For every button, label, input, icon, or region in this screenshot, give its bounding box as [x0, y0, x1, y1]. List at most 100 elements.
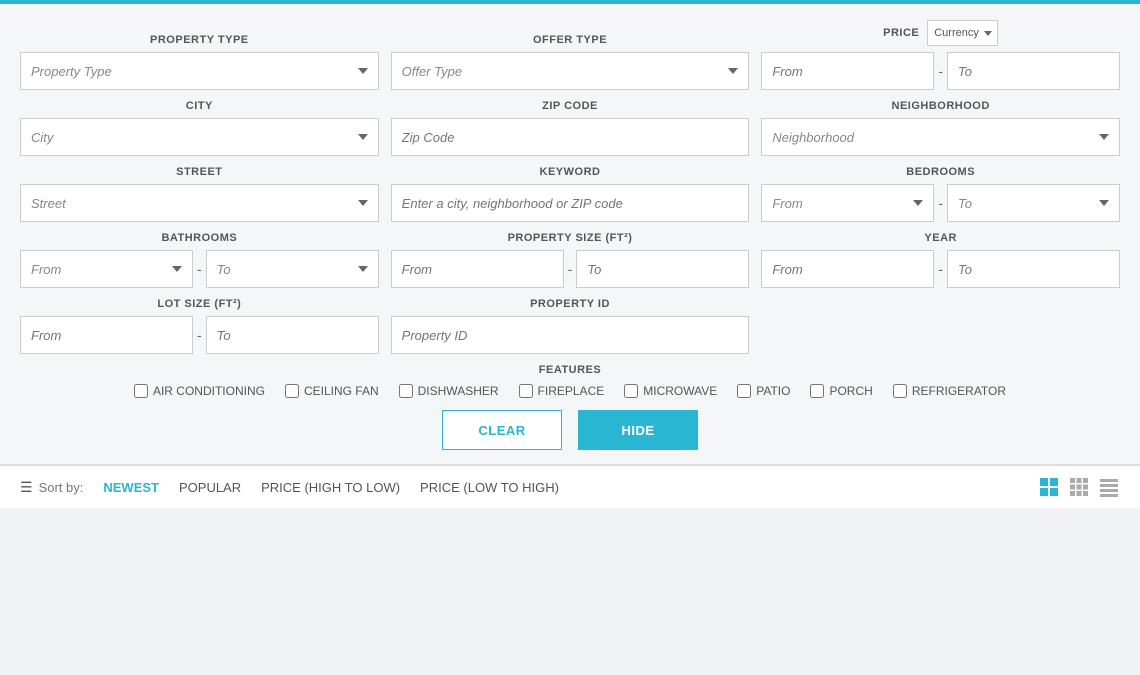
lot-size-group: LOT SIZE (FT²) - [20, 298, 379, 354]
filter-row-5: LOT SIZE (FT²) - PROPERTY ID [20, 298, 1120, 354]
bathrooms-to-select[interactable]: To 1 2 3 4 5+ [206, 250, 379, 288]
bedrooms-from-select[interactable]: From 1 2 3 4 5+ [761, 184, 934, 222]
property-size-range: - [391, 250, 750, 288]
neighborhood-select[interactable]: Neighborhood Downtown Midtown Uptown [761, 118, 1120, 156]
sort-bar: ☰ Sort by: NEWEST POPULAR PRICE (HIGH TO… [0, 465, 1140, 508]
price-to-input[interactable] [947, 52, 1120, 90]
lot-size-range: - [20, 316, 379, 354]
property-type-label: PROPERTY TYPE [20, 34, 379, 46]
property-id-input[interactable] [391, 316, 750, 354]
sort-newest[interactable]: NEWEST [103, 480, 159, 495]
feature-porch-checkbox[interactable] [810, 384, 824, 398]
clear-button[interactable]: CLEAR [442, 410, 562, 450]
keyword-group: KEYWORD [391, 166, 750, 222]
feature-refrigerator[interactable]: REFRIGERATOR [893, 384, 1006, 398]
year-from-input[interactable] [761, 250, 934, 288]
lot-size-label: LOT SIZE (FT²) [20, 298, 379, 310]
property-size-label: PROPERTY SIZE (FT²) [391, 232, 750, 244]
keyword-label: KEYWORD [391, 166, 750, 178]
filter-row-1: PROPERTY TYPE Property Type House Apartm… [20, 20, 1120, 90]
bathrooms-range-sep: - [197, 261, 202, 277]
property-id-group: PROPERTY ID [391, 298, 750, 354]
property-type-group: PROPERTY TYPE Property Type House Apartm… [20, 34, 379, 90]
keyword-input[interactable] [391, 184, 750, 222]
features-list: AIR CONDITIONING CEILING FAN DISHWASHER … [20, 384, 1120, 398]
hide-button[interactable]: HIDE [578, 410, 698, 450]
feature-refrigerator-checkbox[interactable] [893, 384, 907, 398]
city-label: CITY [20, 100, 379, 112]
sort-icon: ☰ [20, 479, 33, 496]
sort-by-text: Sort by: [39, 480, 84, 495]
sort-by-label: ☰ Sort by: [20, 479, 83, 496]
price-label: PRICE [883, 27, 919, 39]
filter-row-3: STREET Street Main St Oak Ave Elm Blvd K… [20, 166, 1120, 222]
feature-fireplace[interactable]: FIREPLACE [519, 384, 605, 398]
bathrooms-group: BATHROOMS From 1 2 3 4 5+ - To 1 2 3 4 [20, 232, 379, 288]
feature-porch[interactable]: PORCH [810, 384, 872, 398]
property-id-label: PROPERTY ID [391, 298, 750, 310]
lot-size-range-sep: - [197, 327, 202, 343]
feature-ceiling-fan-checkbox[interactable] [285, 384, 299, 398]
filter-panel: PROPERTY TYPE Property Type House Apartm… [0, 4, 1140, 465]
currency-select[interactable]: Currency USD EUR GBP [927, 20, 998, 46]
feature-air-conditioning[interactable]: AIR CONDITIONING [134, 384, 265, 398]
bathrooms-from-select[interactable]: From 1 2 3 4 5+ [20, 250, 193, 288]
actions-row: CLEAR HIDE [20, 410, 1120, 450]
bedrooms-group: BEDROOMS From 1 2 3 4 5+ - To 1 2 3 4 [761, 166, 1120, 222]
feature-ceiling-fan[interactable]: CEILING FAN [285, 384, 379, 398]
feature-dishwasher[interactable]: DISHWASHER [399, 384, 499, 398]
feature-patio[interactable]: PATIO [737, 384, 790, 398]
year-range: - [761, 250, 1120, 288]
bedrooms-label: BEDROOMS [761, 166, 1120, 178]
property-size-group: PROPERTY SIZE (FT²) - [391, 232, 750, 288]
sort-price-high-low[interactable]: PRICE (HIGH TO LOW) [261, 480, 400, 495]
grid-large-view-icon[interactable] [1038, 476, 1060, 498]
property-type-select[interactable]: Property Type House Apartment Condo Town… [20, 52, 379, 90]
bathrooms-range: From 1 2 3 4 5+ - To 1 2 3 4 5+ [20, 250, 379, 288]
price-range-sep: - [938, 63, 943, 79]
street-group: STREET Street Main St Oak Ave Elm Blvd [20, 166, 379, 222]
city-group: CITY City New York Los Angeles Chicago [20, 100, 379, 156]
year-group: YEAR - [761, 232, 1120, 288]
bedrooms-range-sep: - [938, 195, 943, 211]
lot-size-to-input[interactable] [206, 316, 379, 354]
lot-size-from-input[interactable] [20, 316, 193, 354]
property-size-from-input[interactable] [391, 250, 564, 288]
filter-row-2: CITY City New York Los Angeles Chicago Z… [20, 100, 1120, 156]
offer-type-select[interactable]: Offer Type For Sale For Rent For Lease [391, 52, 750, 90]
features-label: FEATURES [20, 364, 1120, 376]
street-label: STREET [20, 166, 379, 178]
feature-patio-checkbox[interactable] [737, 384, 751, 398]
city-select[interactable]: City New York Los Angeles Chicago [20, 118, 379, 156]
offer-type-label: OFFER TYPE [391, 34, 750, 46]
zip-code-input[interactable] [391, 118, 750, 156]
property-size-range-sep: - [568, 261, 573, 277]
bedrooms-range: From 1 2 3 4 5+ - To 1 2 3 4 5+ [761, 184, 1120, 222]
bathrooms-label: BATHROOMS [20, 232, 379, 244]
grid-small-view-icon[interactable] [1068, 476, 1090, 498]
list-view-icon[interactable] [1098, 476, 1120, 498]
property-size-to-input[interactable] [576, 250, 749, 288]
zip-code-label: ZIP CODE [391, 100, 750, 112]
feature-microwave[interactable]: MICROWAVE [624, 384, 717, 398]
view-icons [1038, 476, 1120, 498]
feature-dishwasher-checkbox[interactable] [399, 384, 413, 398]
sort-popular[interactable]: POPULAR [179, 480, 241, 495]
neighborhood-label: NEIGHBORHOOD [761, 100, 1120, 112]
price-header: PRICE Currency USD EUR GBP [761, 20, 1120, 46]
year-range-sep: - [938, 261, 943, 277]
year-to-input[interactable] [947, 250, 1120, 288]
price-range: - [761, 52, 1120, 90]
sort-price-low-high[interactable]: PRICE (LOW TO HIGH) [420, 480, 559, 495]
bedrooms-to-select[interactable]: To 1 2 3 4 5+ [947, 184, 1120, 222]
feature-microwave-checkbox[interactable] [624, 384, 638, 398]
neighborhood-group: NEIGHBORHOOD Neighborhood Downtown Midto… [761, 100, 1120, 156]
street-select[interactable]: Street Main St Oak Ave Elm Blvd [20, 184, 379, 222]
feature-air-conditioning-checkbox[interactable] [134, 384, 148, 398]
price-group: PRICE Currency USD EUR GBP - [761, 20, 1120, 90]
price-from-input[interactable] [761, 52, 934, 90]
filter-row-4: BATHROOMS From 1 2 3 4 5+ - To 1 2 3 4 [20, 232, 1120, 288]
offer-type-group: OFFER TYPE Offer Type For Sale For Rent … [391, 34, 750, 90]
feature-fireplace-checkbox[interactable] [519, 384, 533, 398]
features-section: FEATURES AIR CONDITIONING CEILING FAN DI… [20, 364, 1120, 398]
